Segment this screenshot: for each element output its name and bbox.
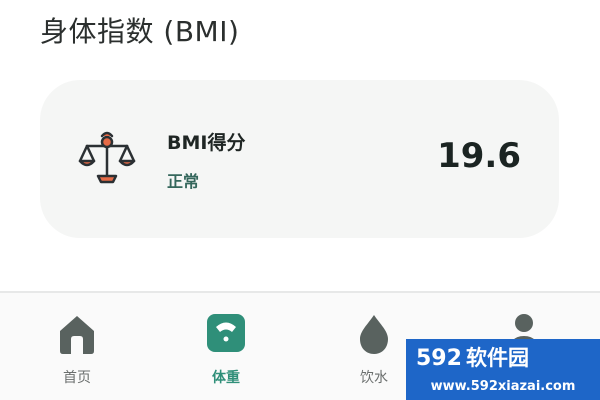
svg-text:软件园: 软件园 — [466, 346, 529, 370]
home-icon — [60, 316, 94, 354]
site-watermark: 592 软件园 www.592xiazai.com — [406, 339, 600, 400]
nav-label-weight: 体重 — [212, 370, 240, 386]
page-title: 身体指数 (BMI) — [40, 15, 240, 48]
svg-text:592: 592 — [416, 346, 462, 371]
nav-label-home: 首页 — [63, 370, 91, 386]
watermark-logo: 592 软件园 — [416, 346, 529, 371]
weight-scale-icon — [207, 314, 245, 352]
nav-home[interactable]: 首页 — [27, 311, 127, 391]
bmi-score-card[interactable]: BMI得分 正常 19.6 — [40, 80, 559, 238]
bmi-score-value: 19.6 — [437, 136, 521, 176]
watermark-url: www.592xiazai.com — [430, 379, 576, 394]
bmi-status-text: 正常 — [167, 172, 200, 191]
bmi-score-label: BMI得分 — [167, 132, 246, 154]
nav-weight[interactable]: 体重 — [176, 311, 276, 391]
water-drop-icon — [360, 315, 388, 354]
bmi-page: 身体指数 (BMI) BMI得分 正常 19.6 首页 体重 饮水 592 软件… — [0, 0, 600, 400]
balance-scale-icon — [78, 131, 136, 184]
